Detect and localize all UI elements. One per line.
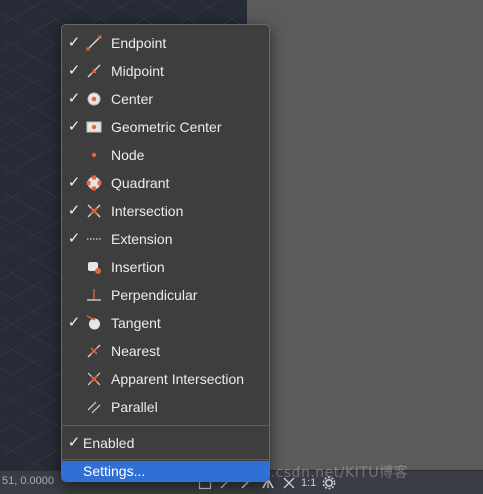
menu-item-enabled[interactable]: ✓ Enabled — [62, 429, 269, 457]
side-pane — [247, 0, 483, 470]
checkmark-icon: ✓ — [67, 90, 81, 107]
menu-item-tangent[interactable]: ✓ Tangent — [62, 309, 269, 337]
checkmark-icon — [67, 281, 81, 309]
checkmark-icon — [67, 253, 81, 281]
menu-item-label: Node — [111, 147, 145, 163]
checkmark-icon: ✓ — [67, 314, 81, 331]
coordinate-readout: 51, 0.0000 — [2, 475, 54, 487]
menu-item-node[interactable]: Node — [62, 141, 269, 169]
menu-item-label: Intersection — [111, 203, 184, 219]
menu-item-quadrant[interactable]: ✓ Quadrant — [62, 169, 269, 197]
checkmark-icon — [67, 141, 81, 169]
center-snap-icon — [86, 91, 102, 107]
menu-item-geometric-center[interactable]: ✓ Geometric Center — [62, 113, 269, 141]
checkmark-icon — [67, 393, 81, 421]
menu-item-label: Settings... — [83, 463, 146, 479]
menu-separator — [62, 425, 269, 426]
checkmark-icon: ✓ — [67, 434, 81, 451]
menu-item-label: Parallel — [111, 399, 158, 415]
quadrant-snap-icon — [86, 175, 102, 191]
extension-snap-icon — [86, 231, 102, 247]
menu-item-label: Perpendicular — [111, 287, 198, 303]
menu-item-label: Tangent — [111, 315, 161, 331]
menu-item-endpoint[interactable]: ✓ Endpoint — [62, 29, 269, 57]
checkmark-icon: ✓ — [67, 34, 81, 51]
menu-item-midpoint[interactable]: ✓ Midpoint — [62, 57, 269, 85]
menu-item-label: Geometric Center — [111, 119, 222, 135]
menu-item-label: Endpoint — [111, 35, 167, 51]
checkmark-icon: ✓ — [67, 118, 81, 135]
menu-item-perpendicular[interactable]: Perpendicular — [62, 281, 269, 309]
geometric-center-snap-icon — [86, 119, 102, 135]
object-snap-menu: ✓ Endpoint ✓ Midpoint ✓ Center ✓ Geometr… — [61, 24, 270, 482]
endpoint-snap-icon — [86, 35, 102, 51]
menu-item-apparent-intersection[interactable]: Apparent Intersection — [62, 365, 269, 393]
checkmark-icon: ✓ — [67, 62, 81, 79]
menu-item-insertion[interactable]: Insertion — [62, 253, 269, 281]
menu-item-label: Insertion — [111, 259, 165, 275]
menu-item-settings[interactable]: Settings... — [62, 461, 269, 481]
checkmark-icon — [67, 365, 81, 393]
menu-item-nearest[interactable]: Nearest — [62, 337, 269, 365]
menu-item-label: Quadrant — [111, 175, 170, 191]
apparent-intersection-snap-icon — [86, 371, 102, 387]
parallel-snap-icon — [86, 399, 102, 415]
checkmark-icon — [67, 337, 81, 365]
menu-item-label: Enabled — [83, 435, 135, 451]
menu-item-label: Extension — [111, 231, 173, 247]
menu-item-intersection[interactable]: ✓ Intersection — [62, 197, 269, 225]
insertion-snap-icon — [86, 259, 102, 275]
checkmark-icon: ✓ — [67, 174, 81, 191]
menu-item-label: Midpoint — [111, 63, 164, 79]
intersection-snap-icon — [86, 203, 102, 219]
menu-item-label: Center — [111, 91, 154, 107]
menu-item-label: Apparent Intersection — [111, 371, 245, 387]
menu-item-label: Nearest — [111, 343, 161, 359]
menu-separator — [62, 459, 269, 460]
menu-item-center[interactable]: ✓ Center — [62, 85, 269, 113]
tangent-snap-icon — [86, 315, 102, 331]
midpoint-snap-icon — [86, 63, 102, 79]
node-snap-icon — [86, 147, 102, 163]
checkmark-icon: ✓ — [67, 202, 81, 219]
checkmark-icon: ✓ — [67, 230, 81, 247]
menu-item-extension[interactable]: ✓ Extension — [62, 225, 269, 253]
menu-item-parallel[interactable]: Parallel — [62, 393, 269, 421]
perpendicular-snap-icon — [86, 287, 102, 303]
nearest-snap-icon — [86, 343, 102, 359]
